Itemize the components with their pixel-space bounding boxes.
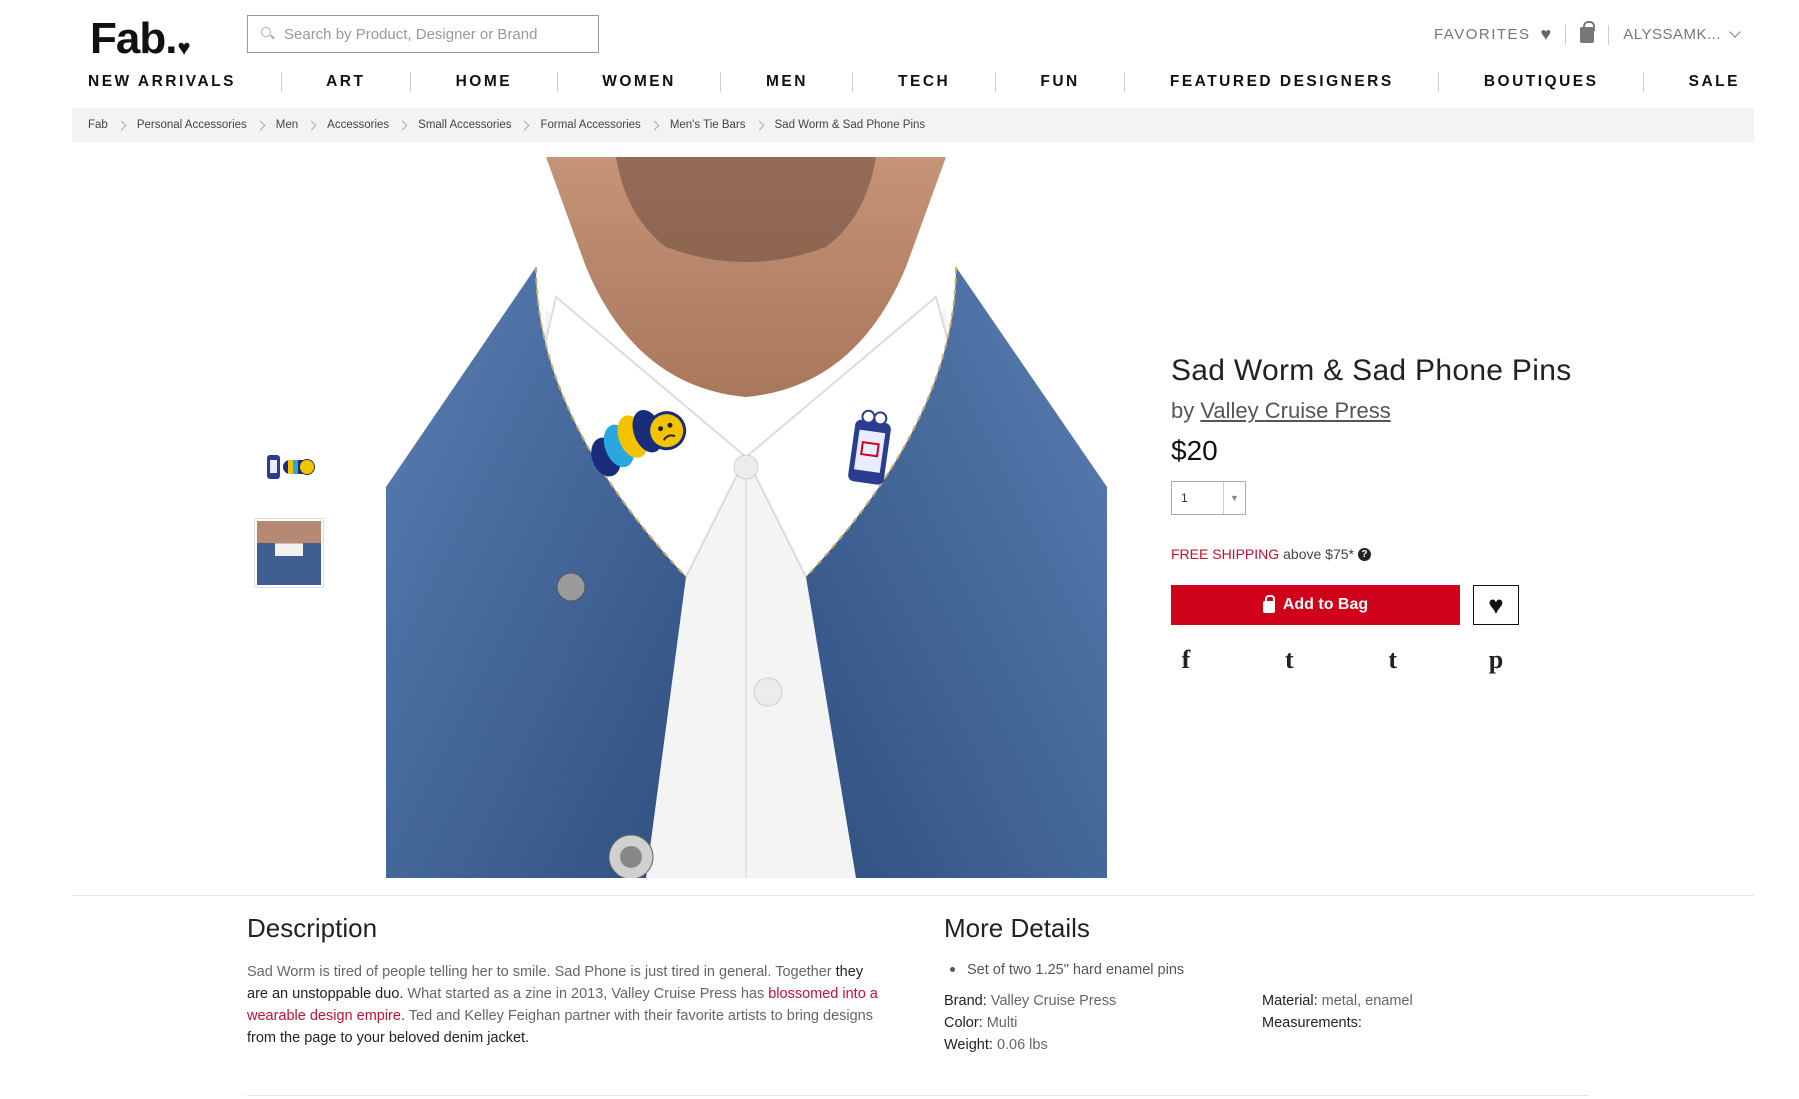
help-icon[interactable]: ?	[1357, 547, 1371, 561]
nav-divider	[410, 72, 412, 92]
bullet	[950, 967, 955, 972]
chevron-right-icon	[116, 120, 127, 130]
nav-featured-designers[interactable]: FEATURED DESIGNERS	[1170, 73, 1394, 91]
breadcrumb: Fab Personal Accessories Men Accessories…	[72, 108, 1754, 142]
description-text: Sad Worm is tired of people telling her …	[247, 961, 887, 1049]
breadcrumb-item[interactable]: Personal Accessories	[137, 119, 247, 131]
detail-color: Color: Multi	[944, 1015, 1018, 1031]
nav-divider	[1124, 72, 1126, 92]
product-main-image[interactable]	[386, 157, 1107, 878]
quantity-value: 1	[1181, 491, 1188, 505]
nav-sale[interactable]: SALE	[1689, 73, 1740, 91]
favorites-label: FAVORITES	[1433, 26, 1531, 43]
quantity-select[interactable]: 1 ▼	[1171, 481, 1246, 515]
thumbnail-model[interactable]	[254, 518, 324, 588]
product-title: Sad Worm & Sad Phone Pins	[1171, 354, 1572, 387]
nav-divider	[994, 72, 996, 92]
twitter-icon[interactable]: t	[1274, 645, 1304, 675]
chevron-right-icon	[520, 120, 530, 130]
detail-measurements: Measurements:	[1262, 1015, 1362, 1031]
nav-divider	[1643, 72, 1645, 92]
favorites-link[interactable]: FAVORITES ♥	[1434, 24, 1551, 45]
nav-new-arrivals[interactable]: NEW ARRIVALS	[88, 73, 236, 91]
nav-divider	[1438, 72, 1440, 92]
breadcrumb-item[interactable]: Formal Accessories	[540, 119, 640, 131]
nav-divider	[720, 72, 722, 92]
facebook-icon[interactable]: f	[1171, 645, 1201, 675]
dropdown-arrow-icon: ▼	[1223, 482, 1245, 514]
nav-divider	[280, 72, 282, 92]
breadcrumb-item[interactable]: Accessories	[327, 119, 389, 131]
detail-brand: Brand: Valley Cruise Press	[944, 993, 1117, 1009]
nav-tech[interactable]: TECH	[898, 73, 950, 91]
logo-heart-icon: ♥	[177, 35, 190, 60]
divider	[1565, 24, 1567, 45]
free-shipping-label: FREE SHIPPING	[1171, 546, 1280, 562]
details-bullet-text: Set of two 1.25" hard enamel pins	[967, 962, 1185, 978]
product-designer: by Valley Cruise Press	[1171, 398, 1391, 424]
nav-home[interactable]: HOME	[456, 73, 513, 91]
detail-weight: Weight: 0.06 lbs	[944, 1037, 1048, 1053]
shipping-info: FREE SHIPPING above $75* ?	[1171, 546, 1371, 562]
chevron-right-icon	[649, 120, 660, 130]
favorite-button[interactable]: ♥	[1473, 585, 1519, 625]
product-photo-illustration	[386, 157, 1107, 878]
model-thumbnail-image	[257, 521, 321, 585]
pinterest-icon[interactable]: p	[1481, 645, 1511, 675]
product-price: $20	[1171, 435, 1218, 466]
sad-phone-pin-image	[267, 455, 280, 479]
user-menu[interactable]: ALYSSAMK...	[1623, 25, 1741, 43]
fab-logo[interactable]: Fab.♥	[90, 14, 191, 64]
chevron-right-icon	[306, 120, 317, 130]
add-to-bag-button[interactable]: Add to Bag	[1171, 585, 1460, 625]
account-bar: FAVORITES ♥ ALYSSAMK...	[1434, 20, 1741, 45]
nav-fun[interactable]: FUN	[1040, 73, 1079, 91]
chevron-right-icon	[397, 120, 408, 130]
heart-icon: ♥	[1540, 24, 1552, 44]
add-to-bag-label: Add to Bag	[1282, 596, 1369, 613]
description-sentence: What started as a zine in 2013, Valley C…	[403, 986, 769, 1002]
bag-icon	[1262, 595, 1275, 613]
search-icon	[260, 26, 276, 42]
search-box[interactable]	[247, 15, 599, 53]
nav-women[interactable]: WOMEN	[602, 73, 676, 91]
more-details-heading: More Details	[944, 913, 1090, 943]
section-divider	[247, 1095, 1589, 1096]
chevron-right-icon	[754, 120, 764, 130]
by-label: by	[1171, 398, 1195, 423]
shopping-bag-icon[interactable]	[1580, 20, 1596, 43]
tumblr-icon[interactable]: t	[1378, 645, 1408, 675]
nav-art[interactable]: ART	[326, 73, 365, 91]
details-list: Set of two 1.25" hard enamel pins	[944, 962, 1184, 978]
section-divider	[72, 895, 1754, 896]
nav-divider	[556, 72, 558, 92]
description-heading: Description	[247, 913, 378, 943]
breadcrumb-current: Sad Worm & Sad Phone Pins	[774, 119, 926, 131]
description-sentence: Ted and Kelley Feighan partner with thei…	[404, 1008, 873, 1024]
user-name: ALYSSAMK...	[1623, 26, 1721, 43]
nav-men[interactable]: MEN	[766, 73, 808, 91]
divider	[1608, 24, 1610, 45]
brand-link[interactable]: Valley Cruise Press	[1200, 398, 1390, 423]
chevron-down-icon	[1729, 25, 1741, 38]
detail-material: Material: metal, enamel	[1262, 993, 1413, 1009]
main-nav: NEW ARRIVALS ART HOME WOMEN MEN TECH FUN…	[88, 72, 1740, 92]
search-input[interactable]	[284, 25, 584, 43]
description-sentence: Sad Worm is tired of people telling her …	[247, 964, 832, 980]
nav-boutiques[interactable]: BOUTIQUES	[1484, 73, 1599, 91]
shipping-threshold: above $75*	[1283, 546, 1354, 562]
social-share: f t t p	[1171, 645, 1521, 675]
breadcrumb-item[interactable]: Fab	[88, 119, 108, 131]
thumbnail-pins[interactable]	[254, 432, 324, 502]
description-sentence: from the page to your beloved denim jack…	[247, 1030, 530, 1046]
sad-worm-pin-image	[283, 459, 315, 475]
breadcrumb-item[interactable]: Small Accessories	[418, 119, 511, 131]
nav-divider	[852, 72, 854, 92]
breadcrumb-item[interactable]: Men's Tie Bars	[670, 119, 746, 131]
heart-icon: ♥	[1488, 589, 1504, 620]
breadcrumb-item[interactable]: Men	[276, 119, 298, 131]
chevron-right-icon	[255, 120, 266, 130]
